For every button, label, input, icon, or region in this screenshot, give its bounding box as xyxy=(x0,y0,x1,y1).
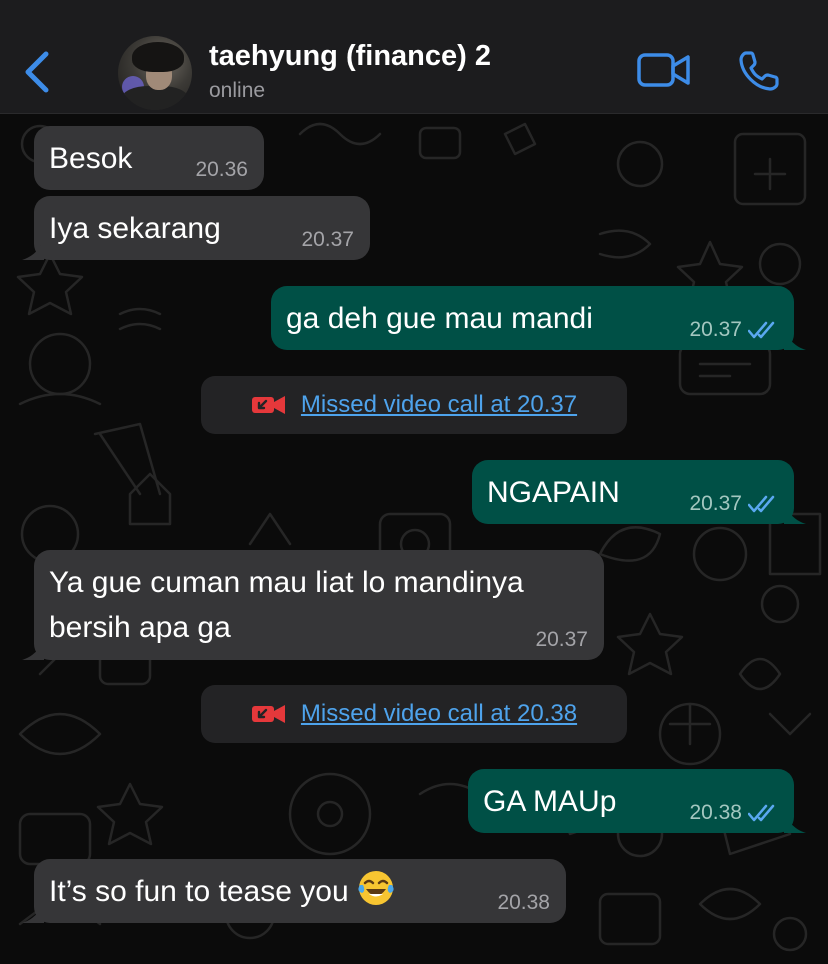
double-check-icon xyxy=(748,804,775,822)
double-check-icon xyxy=(748,321,775,339)
message-meta: 20.38 xyxy=(689,801,778,825)
message-outgoing[interactable]: ga deh gue mau mandi 20.37 xyxy=(271,286,806,350)
message-text-line-1: Ya gue cuman mau liat lo mandinya xyxy=(49,566,524,599)
message-text-line-2: bersih apa ga xyxy=(49,611,231,644)
missed-call-link[interactable]: Missed video call at 20.38 xyxy=(301,700,577,728)
message-incoming[interactable]: Ya gue cuman mau liat lo mandinya bersih… xyxy=(22,550,604,660)
message-outgoing[interactable]: GA MAUp 20.38 xyxy=(468,769,806,833)
message-time: 20.38 xyxy=(497,891,550,914)
missed-video-call-notice[interactable]: Missed video call at 20.38 xyxy=(201,685,627,743)
missed-call-link[interactable]: Missed video call at 20.37 xyxy=(301,391,577,419)
message-incoming[interactable]: Besok 20.36 xyxy=(34,126,264,190)
message-meta: 20.37 xyxy=(689,318,778,342)
double-check-icon xyxy=(748,495,775,513)
chat-header: taehyung (finance) 2 online xyxy=(0,0,828,114)
voice-call-button[interactable] xyxy=(736,48,782,94)
missed-video-call-icon xyxy=(251,705,285,723)
chevron-left-icon xyxy=(25,51,49,93)
back-button[interactable] xyxy=(18,48,58,96)
bubble-tail xyxy=(784,811,806,833)
message-outgoing[interactable]: NGAPAIN 20.37 xyxy=(472,460,806,524)
bubble-tail xyxy=(22,238,44,260)
message-text: It’s so fun to tease you xyxy=(49,875,349,908)
message-time: 20.37 xyxy=(689,318,742,341)
contact-status: online xyxy=(209,79,266,102)
bubble-tail xyxy=(22,638,44,660)
message-time: 20.37 xyxy=(301,228,354,251)
message-meta: 20.36 xyxy=(195,158,248,182)
message-meta: 20.37 xyxy=(301,228,354,252)
message-time: 20.37 xyxy=(535,628,588,651)
avatar[interactable] xyxy=(118,36,192,110)
message-meta: 20.37 xyxy=(689,492,778,516)
message-incoming[interactable]: It’s so fun to tease you 20.38 xyxy=(22,859,566,923)
missed-video-call-notice[interactable]: Missed video call at 20.37 xyxy=(201,376,627,434)
message-time: 20.38 xyxy=(689,801,742,824)
bubble-tail xyxy=(22,901,44,923)
bubble-tail xyxy=(784,328,806,350)
bubble-tail xyxy=(784,502,806,524)
contact-name[interactable]: taehyung (finance) 2 xyxy=(209,40,491,73)
phone-icon xyxy=(739,51,779,91)
video-call-button[interactable] xyxy=(636,50,692,90)
message-incoming[interactable]: Iya sekarang 20.37 xyxy=(22,196,370,260)
message-time: 20.37 xyxy=(689,492,742,515)
missed-video-call-icon xyxy=(251,396,285,414)
message-meta: 20.38 xyxy=(497,891,550,915)
face-with-tears-of-joy-icon xyxy=(358,871,394,905)
video-camera-icon xyxy=(637,53,690,87)
message-meta: 20.37 xyxy=(535,628,588,652)
message-text-row: It’s so fun to tease you xyxy=(49,869,548,914)
message-time: 20.36 xyxy=(195,158,248,181)
